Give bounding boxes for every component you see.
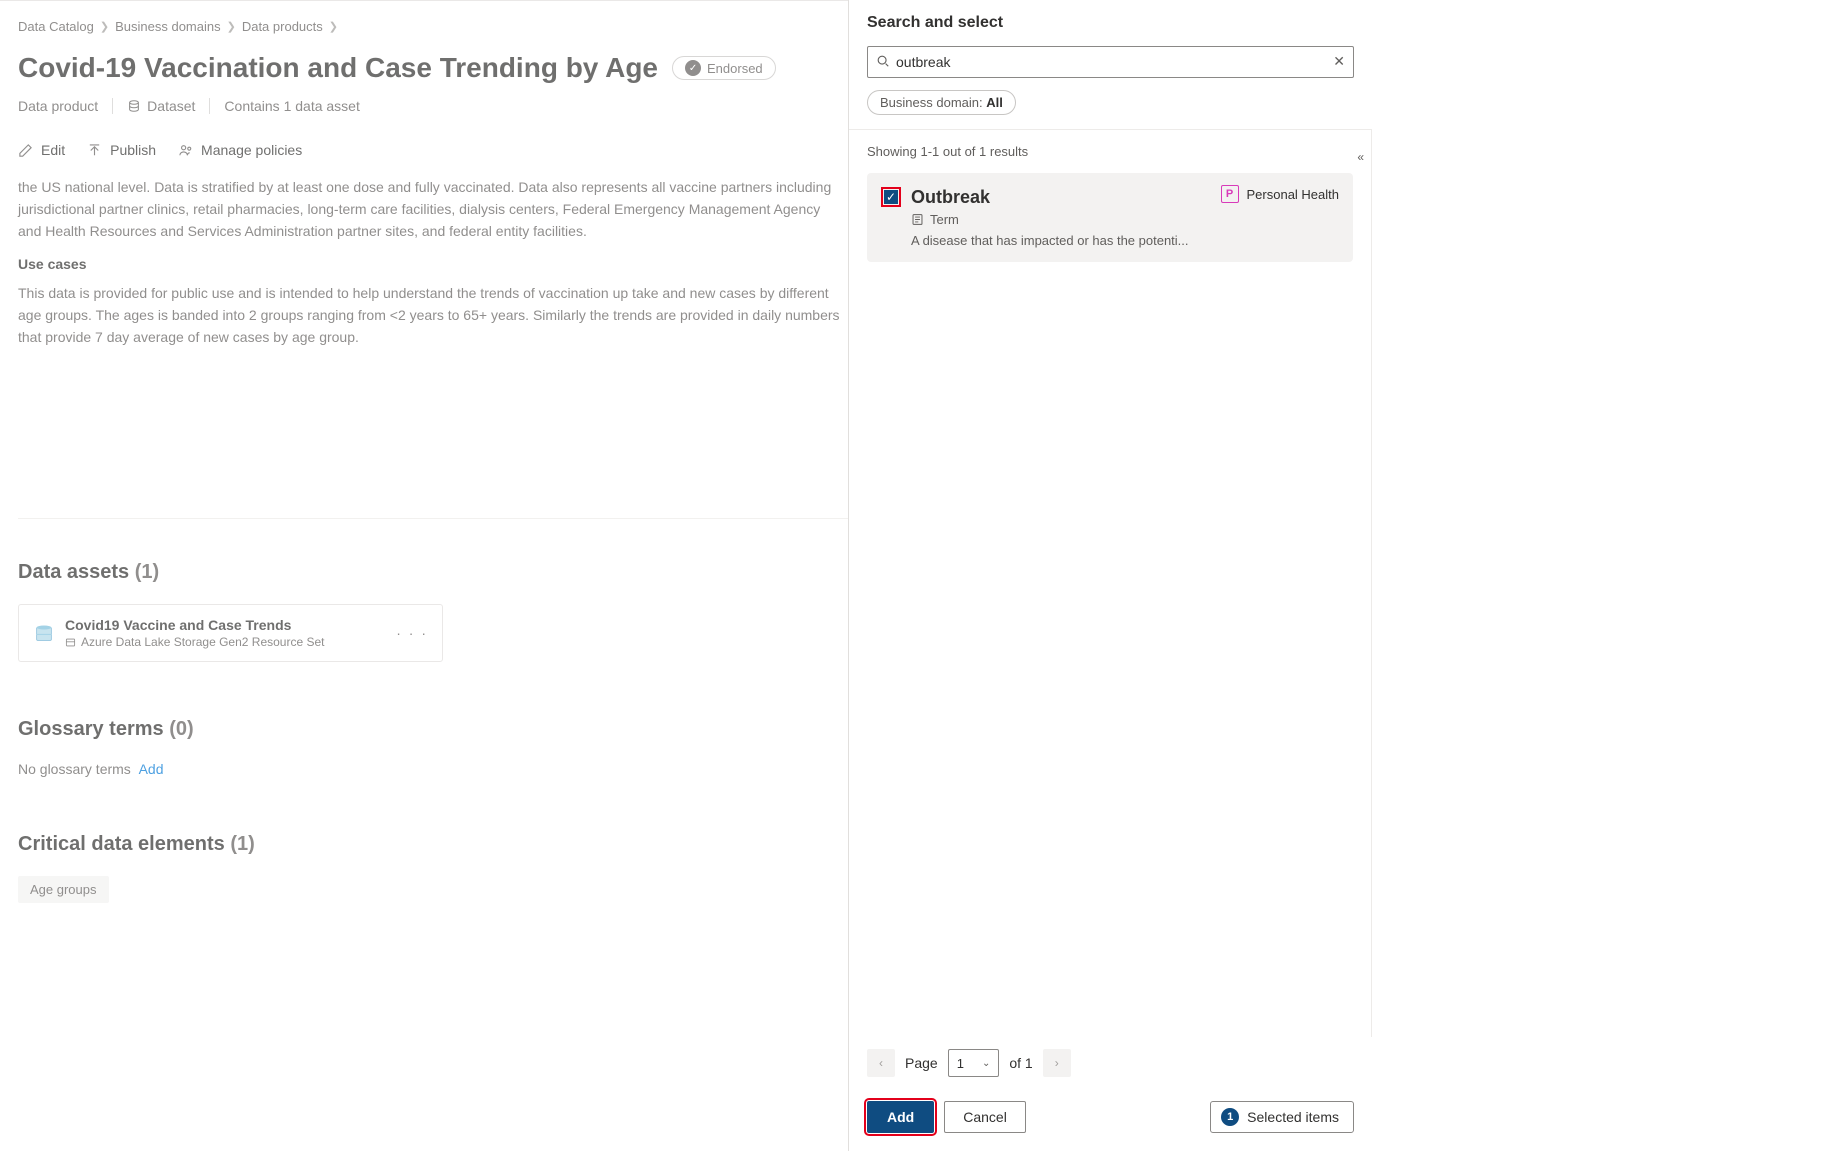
cde-count: (1) — [230, 833, 254, 855]
policies-label: Manage policies — [201, 142, 302, 158]
glossary-empty-text: No glossary terms — [18, 761, 131, 777]
action-bar: Edit Publish Manage policies — [18, 142, 848, 158]
asset-subtitle: Azure Data Lake Storage Gen2 Resource Se… — [81, 635, 324, 649]
page-number: 1 — [957, 1056, 964, 1071]
search-input[interactable] — [896, 54, 1323, 70]
add-glossary-link[interactable]: Add — [139, 761, 164, 777]
assets-count: (1) — [135, 561, 159, 583]
breadcrumb-item[interactable]: Business domains — [115, 19, 221, 34]
domain-filter-pill[interactable]: Business domain: All — [867, 90, 1016, 115]
chevron-right-icon: ❯ — [227, 20, 236, 33]
page-select[interactable]: 1 ⌄ — [948, 1049, 1000, 1077]
storage-icon — [33, 622, 55, 644]
chevron-right-icon: ❯ — [329, 20, 338, 33]
breadcrumb-item[interactable]: Data products — [242, 19, 323, 34]
pencil-icon — [18, 143, 33, 158]
glossary-heading: Glossary terms (0) — [18, 718, 848, 741]
selected-items-label: Selected items — [1247, 1109, 1339, 1125]
selected-items-pill[interactable]: 1 Selected items — [1210, 1101, 1354, 1133]
page-label: Page — [905, 1055, 938, 1071]
search-select-panel: Search and select ✕ Business domain: All… — [848, 0, 1372, 1151]
page-of-label: of 1 — [1009, 1055, 1032, 1071]
manage-policies-button[interactable]: Manage policies — [178, 142, 302, 158]
cde-chip[interactable]: Age groups — [18, 876, 109, 903]
dataset-icon — [127, 99, 141, 113]
result-count: Showing 1-1 out of 1 results — [867, 144, 1353, 159]
asset-title: Covid19 Vaccine and Case Trends — [65, 617, 324, 633]
assets-heading-label: Data assets — [18, 561, 129, 583]
data-assets-heading: Data assets (1) — [18, 561, 848, 584]
asset-count-label: Contains 1 data asset — [224, 98, 359, 114]
result-description: A disease that has impacted or has the p… — [911, 233, 1339, 248]
endorsed-badge: ✓ Endorsed — [672, 56, 776, 80]
next-page-button[interactable]: › — [1043, 1049, 1071, 1077]
domain-name: Personal Health — [1247, 187, 1340, 202]
cancel-button[interactable]: Cancel — [944, 1101, 1026, 1133]
domain-filter-value: All — [986, 95, 1003, 110]
publish-button[interactable]: Publish — [87, 142, 156, 158]
asset-card[interactable]: Covid19 Vaccine and Case Trends Azure Da… — [18, 604, 443, 662]
clear-icon[interactable]: ✕ — [1333, 53, 1345, 70]
prev-page-button[interactable]: ‹ — [867, 1049, 895, 1077]
publish-label: Publish — [110, 142, 156, 158]
publish-icon — [87, 143, 102, 158]
expand-icon[interactable]: « — [1357, 150, 1364, 164]
main-content: Data Catalog ❯ Business domains ❯ Data p… — [0, 0, 848, 1151]
cde-heading-label: Critical data elements — [18, 833, 225, 855]
panel-title: Search and select — [867, 14, 1354, 32]
product-type-label: Data product — [18, 98, 98, 114]
use-cases-heading: Use cases — [18, 256, 848, 272]
meta-row: Data product Dataset Contains 1 data ass… — [18, 98, 848, 114]
use-cases-text: This data is provided for public use and… — [18, 282, 848, 348]
description-text: the US national level. Data is stratifie… — [18, 176, 848, 242]
term-icon — [911, 213, 924, 226]
edit-label: Edit — [41, 142, 65, 158]
endorsed-label: Endorsed — [707, 61, 763, 76]
chevron-down-icon: ⌄ — [982, 1058, 990, 1069]
domain-badge: P — [1221, 185, 1239, 203]
result-item[interactable]: ✓ Outbreak Term A disease that has impac… — [867, 173, 1353, 262]
divider — [18, 518, 848, 519]
selected-count-badge: 1 — [1221, 1108, 1239, 1126]
glossary-count: (0) — [169, 718, 193, 740]
more-icon[interactable]: · · · — [396, 625, 428, 641]
policies-icon — [178, 143, 193, 158]
check-icon: ✓ — [685, 60, 701, 76]
breadcrumb: Data Catalog ❯ Business domains ❯ Data p… — [18, 19, 848, 34]
pagination: ‹ Page 1 ⌄ of 1 › — [849, 1037, 1372, 1089]
result-checkbox[interactable]: ✓ — [881, 187, 901, 207]
chevron-right-icon: ❯ — [100, 20, 109, 33]
dataset-label: Dataset — [147, 98, 195, 114]
checkmark-icon: ✓ — [884, 190, 898, 204]
breadcrumb-item[interactable]: Data Catalog — [18, 19, 94, 34]
domain-filter-label: Business domain: — [880, 95, 983, 110]
resource-icon — [65, 637, 76, 648]
glossary-heading-label: Glossary terms — [18, 718, 164, 740]
edit-button[interactable]: Edit — [18, 142, 65, 158]
search-input-wrap[interactable]: ✕ — [867, 46, 1354, 78]
search-icon — [876, 54, 890, 68]
result-domain-tag: P Personal Health — [1221, 185, 1340, 203]
add-button[interactable]: Add — [867, 1101, 934, 1133]
result-type-label: Term — [930, 212, 959, 227]
right-gutter — [1372, 0, 1828, 1151]
page-title: Covid-19 Vaccination and Case Trending b… — [18, 52, 658, 84]
cde-heading: Critical data elements (1) — [18, 833, 848, 856]
